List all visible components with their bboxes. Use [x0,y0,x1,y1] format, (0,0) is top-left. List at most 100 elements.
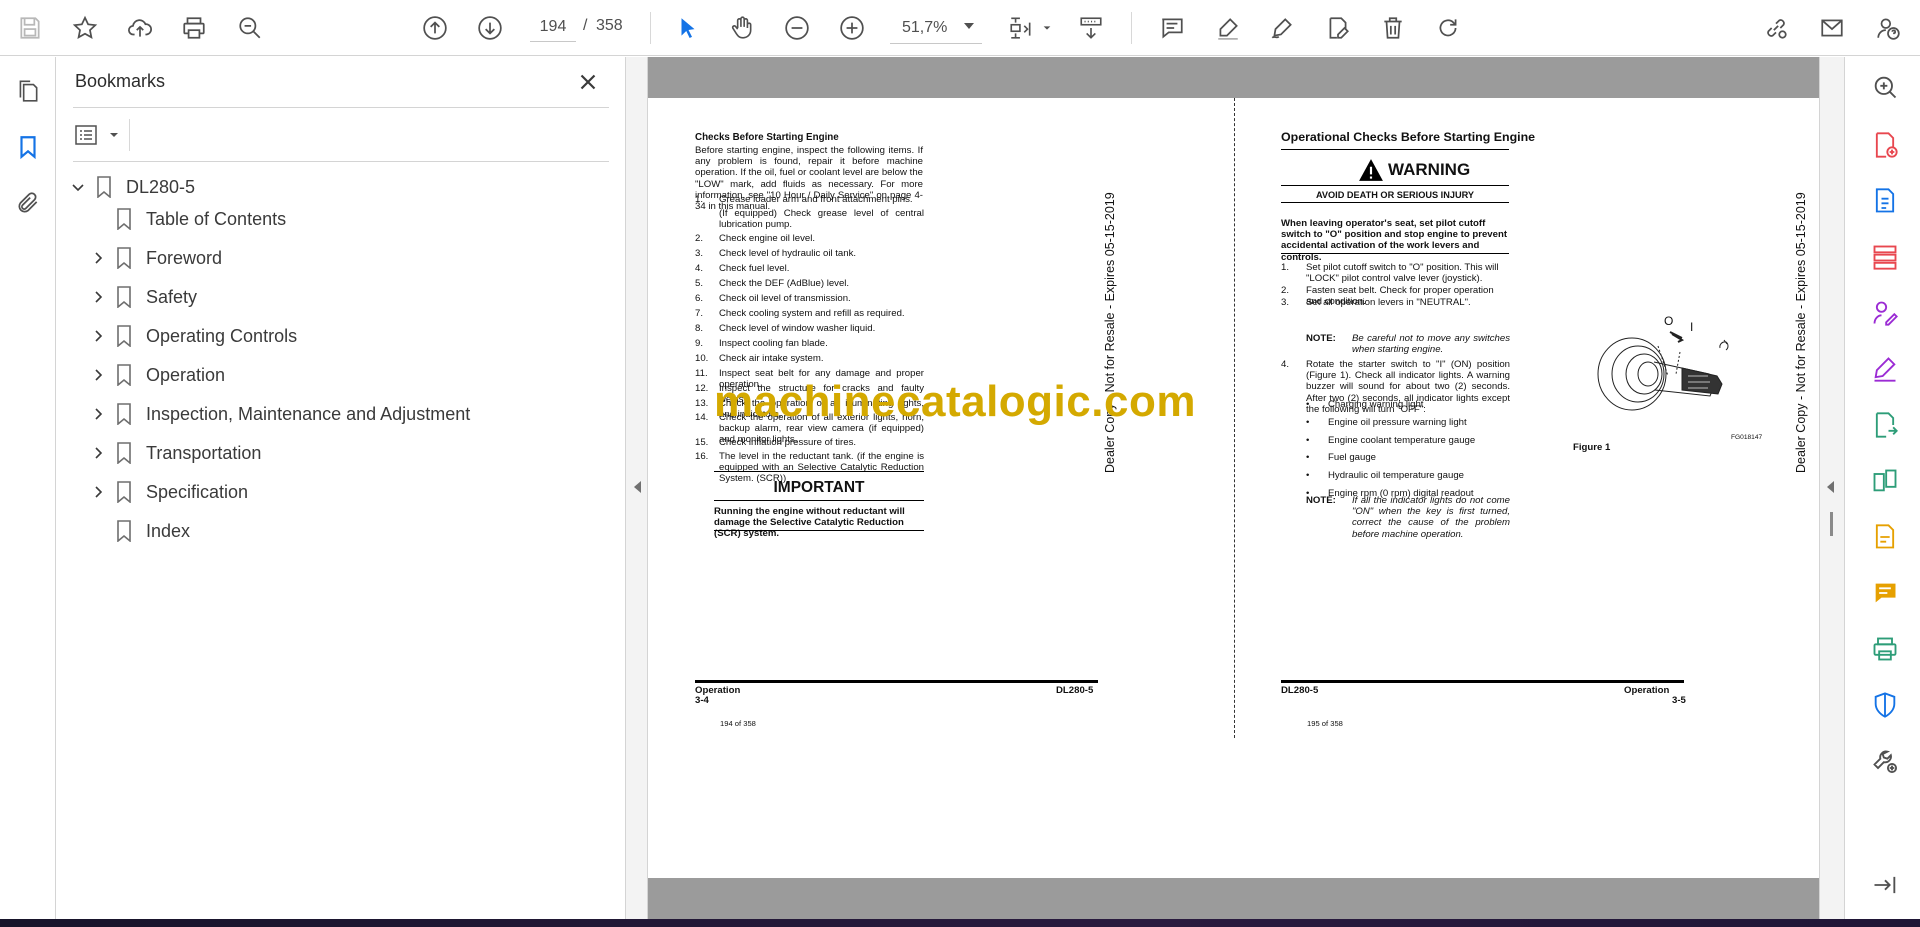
bookmark-item[interactable]: Safety [88,281,197,313]
expand-panel-icon[interactable] [1827,481,1834,493]
select-cursor-icon[interactable] [672,12,704,44]
zoom-in-icon[interactable] [836,12,868,44]
print-icon[interactable] [178,12,210,44]
panel-divider-line [73,107,609,108]
panel-divider-line [73,161,609,162]
next-page-icon[interactable] [474,12,506,44]
bookmark-icon [117,247,131,269]
bookmarks-icon[interactable] [12,131,44,163]
comment-tool-icon[interactable] [1869,577,1901,609]
chevron-right-icon[interactable] [88,326,108,346]
highlight-icon[interactable] [1212,12,1244,44]
bullet-dot: • [1306,416,1310,428]
checklist-item: Check level of window washer liquid. [719,323,876,334]
create-pdf-icon[interactable] [1869,129,1901,161]
note-text: Be careful not to move any switches when… [1352,333,1510,356]
warning-subtitle: AVOID DEATH OR SERIOUS INJURY [1315,190,1475,200]
bookmark-icon [117,364,131,386]
email-icon[interactable] [1816,12,1848,44]
chevron-right-icon[interactable] [88,287,108,307]
bookmark-options-button[interactable] [75,121,125,149]
more-tools-icon[interactable] [1869,745,1901,777]
step-number: 1. [1281,262,1290,273]
compare-files-icon[interactable] [1869,465,1901,497]
protect-icon[interactable] [1869,689,1901,721]
step-text: Set pilot cutoff switch to "O" position.… [1306,262,1499,285]
comment-icon[interactable] [1156,12,1188,44]
chevron-right-icon[interactable] [88,365,108,385]
checklist-number: 16. [695,451,709,462]
search-zoom-icon[interactable] [234,12,266,44]
bookmark-label: Transportation [146,442,262,463]
checklist-number: 8. [695,323,704,334]
bookmark-item[interactable]: Operation [88,359,225,391]
chevron-right-icon[interactable] [88,248,108,268]
step-text: Set all operation levers in "NEUTRAL". [1306,297,1471,308]
bookmark-label: Table of Contents [146,208,287,229]
scroll-mode-icon[interactable] [1075,12,1107,44]
delete-icon[interactable] [1377,12,1409,44]
bookmark-item[interactable]: Index [88,515,190,547]
edit-pdf-icon[interactable] [1869,521,1901,553]
page-thumbnails-icon[interactable] [12,75,44,107]
chevron-down-icon[interactable] [68,177,88,197]
bookmark-item[interactable]: Foreword [88,242,222,274]
fit-page-dropdown-icon[interactable] [1040,12,1054,44]
main-toolbar: / 358 51,7% [0,0,1920,56]
bookmark-item[interactable]: Table of Contents [88,203,286,235]
bookmarks-panel: Bookmarks DL280-5 Table of Contents Forew… [57,57,625,919]
bookmark-item[interactable]: Operating Controls [88,320,297,352]
save-icon[interactable] [14,12,46,44]
warning-top-rule [1281,149,1509,150]
document-viewport[interactable]: Checks Before Starting Engine Before sta… [648,57,1819,919]
toolbar-divider [650,12,651,44]
note-text: If all the indicator lights do not come … [1352,495,1510,540]
bookmark-item[interactable]: Specification [88,476,248,508]
send-for-review-icon[interactable] [1869,409,1901,441]
collapse-rail-icon[interactable] [1869,869,1901,901]
bookmark-item[interactable]: Inspection, Maintenance and Adjustment [88,398,470,430]
star-icon[interactable] [69,12,101,44]
bookmark-label: Specification [146,481,249,502]
chevron-right-icon[interactable] [88,482,108,502]
redo-icon[interactable] [1432,12,1464,44]
account-help-icon[interactable] [1872,12,1904,44]
print-production-icon[interactable] [1869,633,1901,665]
hand-tool-icon[interactable] [726,12,758,44]
right-page-heading: Operational Checks Before Starting Engin… [1281,130,1536,144]
left-footer-page: 3-4 [695,695,709,706]
warning-title: WARNING [1388,160,1471,179]
chevron-right-icon[interactable] [88,404,108,424]
collapse-panel-icon[interactable] [634,481,641,493]
panel-splitter[interactable] [625,57,648,919]
close-icon[interactable] [575,69,601,95]
checklist-number: 15. [695,437,709,448]
fit-page-icon[interactable] [1005,12,1037,44]
bookmark-root[interactable]: DL280-5 [68,171,195,203]
chevron-down-icon [110,133,118,137]
important-top-rule [714,471,924,472]
chevron-right-icon[interactable] [88,443,108,463]
bookmark-item[interactable]: Transportation [88,437,261,469]
checklist-item: Check the DEF (AdBlue) level. [719,278,850,289]
draw-icon[interactable] [1266,12,1298,44]
vertical-scrollbar[interactable] [1819,57,1844,919]
indicator-item: Engine oil pressure warning light [1328,416,1467,428]
share-link-icon[interactable] [1760,12,1792,44]
zoom-select[interactable]: 51,7% [890,12,982,44]
bullet-dot: • [1306,434,1310,446]
zoom-search-icon[interactable] [1869,71,1901,103]
export-pdf-icon[interactable] [1869,185,1901,217]
scroll-thumb[interactable] [1830,512,1833,536]
cloud-upload-icon[interactable] [124,12,156,44]
edit-text-icon[interactable] [1322,12,1354,44]
previous-page-icon[interactable] [419,12,451,44]
bookmark-label: DL280-5 [126,176,196,197]
fill-sign-icon[interactable] [1869,353,1901,385]
request-signature-icon[interactable] [1869,297,1901,329]
attachments-icon[interactable] [12,187,44,219]
page-number-input[interactable] [530,12,576,42]
organize-pages-icon[interactable] [1869,241,1901,273]
bookmark-label: Operating Controls [146,325,298,346]
zoom-out-icon[interactable] [781,12,813,44]
